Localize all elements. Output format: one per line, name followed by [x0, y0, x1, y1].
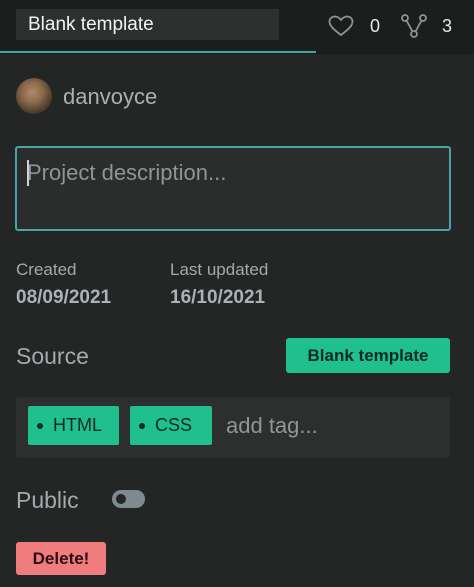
last-updated-label: Last updated — [170, 260, 269, 279]
project-title-input[interactable] — [16, 9, 279, 40]
tag-dot-icon — [37, 422, 43, 429]
public-label: Public — [16, 487, 79, 513]
created-value: 08/09/2021 — [16, 287, 112, 308]
source-template-button[interactable]: Blank template — [286, 338, 450, 373]
title-underline — [0, 51, 316, 53]
last-updated-value: 16/10/2021 — [170, 287, 266, 308]
text-caret — [27, 160, 29, 186]
project-description-input[interactable] — [15, 146, 451, 231]
tag-html[interactable]: HTML — [28, 406, 119, 445]
tag-dot-icon — [139, 422, 145, 429]
add-tag-input[interactable] — [216, 410, 436, 442]
username[interactable]: danvoyce — [63, 84, 157, 110]
tag-label: HTML — [53, 415, 102, 435]
toggle-knob — [116, 494, 126, 504]
heart-icon[interactable] — [328, 15, 354, 42]
tag-css[interactable]: CSS — [130, 406, 212, 445]
project-header: 0 3 — [0, 0, 474, 54]
source-label: Source — [16, 343, 89, 369]
fork-icon[interactable] — [401, 14, 427, 43]
delete-button[interactable]: Delete! — [16, 542, 106, 575]
avatar[interactable] — [16, 78, 52, 114]
public-toggle[interactable] — [112, 490, 145, 508]
tag-label: CSS — [155, 415, 193, 435]
created-label: Created — [16, 260, 77, 279]
like-count: 0 — [370, 16, 381, 36]
fork-count: 3 — [442, 16, 453, 36]
